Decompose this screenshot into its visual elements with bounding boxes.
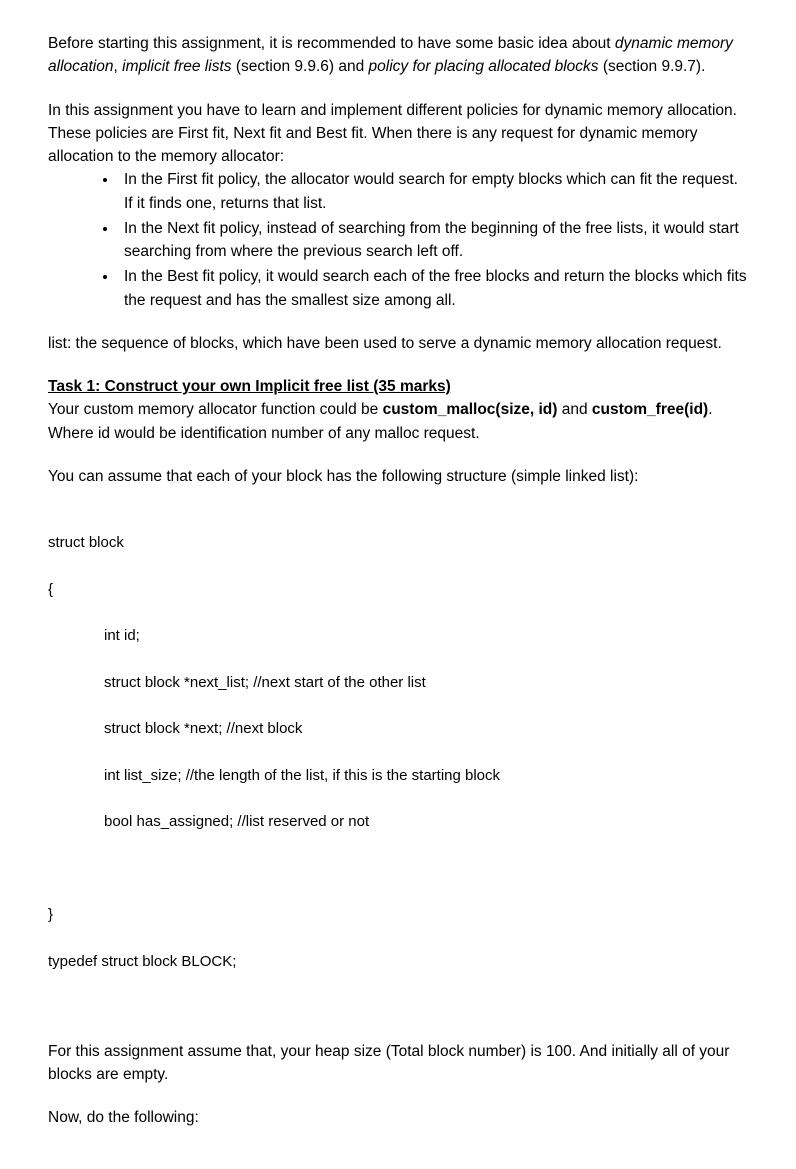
code-line: { (48, 578, 748, 601)
code-line: bool has_assigned; //list reserved or no… (48, 810, 748, 833)
italic-text: policy for placing allocated blocks (369, 58, 599, 75)
paragraph-intro-2: In this assignment you have to learn and… (48, 99, 748, 169)
code-line: struct block *next_list; //next start of… (48, 671, 748, 694)
text: and (557, 401, 591, 418)
document-page: Before starting this assignment, it is r… (0, 0, 796, 1169)
code-line: typedef struct block BLOCK; (48, 950, 748, 973)
text: Your custom memory allocator function co… (48, 401, 383, 418)
list-item: In the Next fit policy, instead of searc… (118, 217, 748, 264)
code-line: } (48, 903, 748, 926)
paragraph-after-code-2: Now, do the following: (48, 1106, 748, 1129)
list-item: In the Best fit policy, it would search … (118, 265, 748, 312)
text: , (114, 58, 123, 75)
task-1-heading: Task 1: Construct your own Implicit free… (48, 375, 748, 398)
paragraph-task1-1: Your custom memory allocator function co… (48, 398, 748, 445)
text: (section 9.9.6) and (232, 58, 369, 75)
code-line: struct block *next; //next block (48, 717, 748, 740)
code-line: struct block (48, 531, 748, 554)
code-struct-block: struct block { int id; struct block *nex… (48, 508, 748, 1020)
bold-text: custom_malloc(size, id) (383, 401, 558, 418)
task-1-section: Task 1: Construct your own Implicit free… (48, 375, 748, 488)
text: Before starting this assignment, it is r… (48, 35, 615, 52)
paragraph-list-def: list: the sequence of blocks, which have… (48, 332, 748, 355)
code-line: int id; (48, 624, 748, 647)
list-item: In the First fit policy, the allocator w… (118, 168, 748, 215)
paragraph-intro-1: Before starting this assignment, it is r… (48, 32, 748, 79)
italic-text: implicit free lists (122, 58, 231, 75)
code-line: int list_size; //the length of the list,… (48, 764, 748, 787)
paragraph-after-code-1: For this assignment assume that, your he… (48, 1040, 748, 1087)
code-line (48, 857, 748, 880)
paragraph-task1-2: You can assume that each of your block h… (48, 465, 748, 488)
policy-bullet-list: In the First fit policy, the allocator w… (48, 168, 748, 312)
bold-text: custom_free(id) (592, 401, 708, 418)
text: (section 9.9.7). (599, 58, 706, 75)
